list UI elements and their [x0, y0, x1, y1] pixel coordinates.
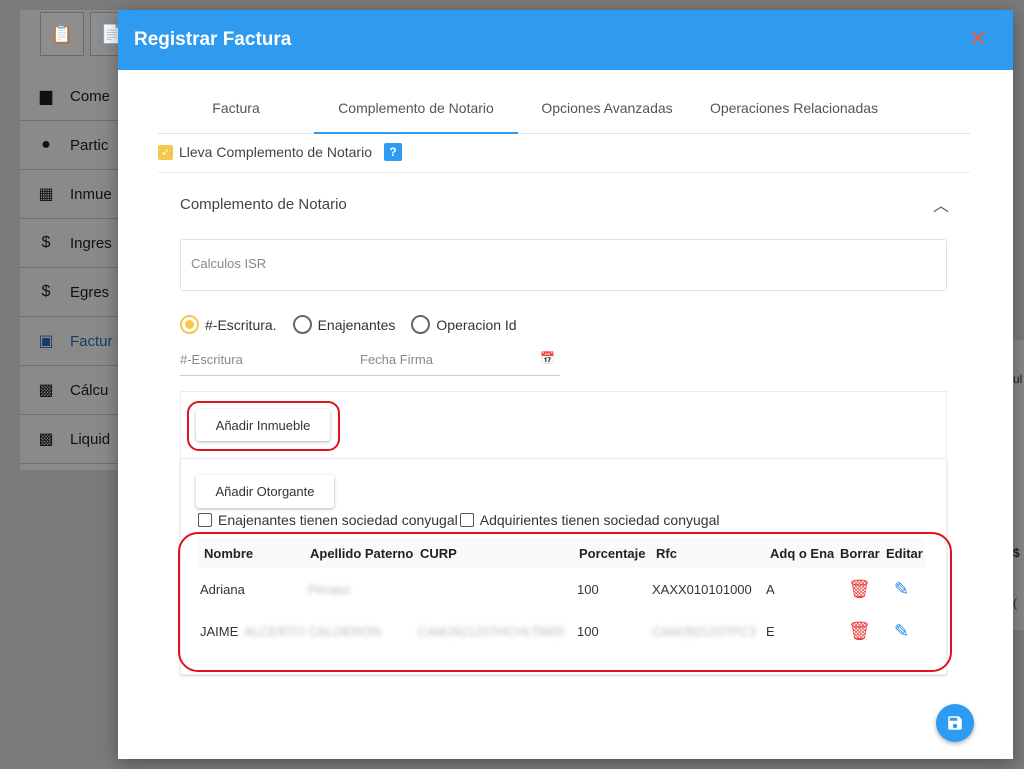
- add-inmueble-button[interactable]: Añadir Inmueble: [196, 409, 330, 441]
- header-nombre: Nombre: [204, 546, 254, 561]
- bg-nav-item-4: $ Egres: [20, 268, 120, 317]
- add-otorgante-button[interactable]: Añadir Otorgante: [196, 475, 334, 508]
- section-title: Complemento de Notario: [180, 196, 347, 213]
- person-icon: ●: [41, 136, 51, 153]
- header-borrar: Borrar: [840, 546, 880, 561]
- cell-apellido: ALCERTO CALDERON: [244, 624, 381, 639]
- dollar-off-icon: $: [41, 283, 51, 300]
- calculator-icon: ▩: [38, 382, 54, 399]
- close-icon[interactable]: ✕: [969, 28, 987, 50]
- cell-rfc: CAMJ921207PC3: [652, 624, 757, 639]
- cell-adq-ena: E: [766, 624, 775, 639]
- header-curp: CURP: [420, 546, 457, 561]
- header-porcentaje: Porcentaje: [579, 546, 646, 561]
- table-header: Nombre Apellido Paterno CURP Porcentaje …: [198, 538, 925, 568]
- divider: [158, 172, 970, 173]
- calendar-icon[interactable]: 📅: [540, 351, 555, 365]
- clipboard-clock-icon: 📋: [40, 12, 84, 56]
- cell-apellido: Peraeo: [308, 582, 350, 597]
- search-type-radio-group: #-Escritura. Enajenantes Operacion Id: [180, 315, 525, 334]
- header-editar: Editar: [886, 546, 923, 561]
- table-row: JAIME ALCERTO CALDERON CAMJ921207HCHLTM0…: [198, 610, 925, 652]
- lleva-complemento-row: ✓ Lleva Complemento de Notario ?: [158, 143, 402, 161]
- escritura-input[interactable]: #-Escritura: [180, 352, 340, 367]
- adquirientes-conyugal-check[interactable]: Adquirientes tienen sociedad conyugal: [459, 512, 719, 528]
- adquirientes-conyugal-box[interactable]: [459, 513, 474, 527]
- tab-factura[interactable]: Factura: [158, 92, 314, 133]
- save-icon: [948, 716, 962, 730]
- cell-curp: CAMJ921207HCHLTM05: [418, 624, 565, 639]
- help-icon[interactable]: ?: [384, 143, 402, 161]
- cell-adq-ena: A: [766, 582, 775, 597]
- delete-icon[interactable]: 🗑: [848, 579, 871, 600]
- radio-enajenantes-circle[interactable]: [292, 315, 312, 334]
- fecha-firma-input[interactable]: Fecha Firma: [360, 352, 530, 367]
- cell-nombre: Adriana: [200, 582, 245, 597]
- otorgantes-table: Nombre Apellido Paterno CURP Porcentaje …: [198, 538, 925, 652]
- radio-enajenantes[interactable]: Enajenantes: [292, 315, 395, 334]
- sociedad-conyugal-checks: Enajenantes tienen sociedad conyugal Adq…: [198, 512, 719, 528]
- edit-icon[interactable]: ✎: [894, 579, 909, 600]
- table-row: Adriana Peraeo 100 XAXX010101000 A 🗑 ✎: [198, 568, 925, 610]
- dollar-icon: $: [41, 234, 51, 251]
- radio-operacion-id[interactable]: Operacion Id: [411, 315, 517, 334]
- bg-nav-item-2: ▦ Inmue: [20, 170, 120, 219]
- header-rfc: Rfc: [656, 546, 677, 561]
- cell-rfc: XAXX010101000: [652, 582, 752, 597]
- registrar-factura-dialog: Registrar Factura ✕ Factura Complemento …: [118, 10, 1013, 759]
- lleva-complemento-checkbox[interactable]: ✓: [158, 144, 173, 160]
- calculator-icon: ▩: [38, 431, 54, 448]
- cell-porcentaje: 100: [577, 624, 599, 639]
- comment-icon: ▆: [39, 88, 53, 105]
- cell-nombre: JAIME: [200, 624, 239, 639]
- save-button[interactable]: [936, 704, 974, 742]
- chevron-up-icon[interactable]: ︿: [933, 192, 949, 216]
- building-icon: ▦: [38, 186, 54, 203]
- bg-nav-item-7: ▩ Liquid: [20, 415, 120, 464]
- enajenantes-conyugal-box[interactable]: [198, 513, 212, 527]
- enajenantes-conyugal-check[interactable]: Enajenantes tienen sociedad conyugal: [198, 512, 458, 528]
- edit-icon[interactable]: ✎: [894, 621, 909, 642]
- lleva-complemento-label: Lleva Complemento de Notario: [179, 144, 372, 160]
- calculos-isr-label: Calculos ISR: [191, 256, 267, 271]
- dialog-title: Registrar Factura: [134, 29, 292, 50]
- radio-escritura[interactable]: #-Escritura.: [180, 315, 277, 334]
- dialog-header: Registrar Factura ✕: [118, 10, 1013, 70]
- bg-nav-item-3: $ Ingres: [20, 219, 120, 268]
- bg-nav-item-5: ▣ Factur: [20, 317, 120, 366]
- cell-porcentaje: 100: [577, 582, 599, 597]
- calculos-isr-panel[interactable]: Calculos ISR: [180, 239, 947, 291]
- tab-complemento-notario[interactable]: Complemento de Notario: [314, 92, 518, 134]
- bg-nav-item-0: ▆ Come: [20, 72, 120, 121]
- header-apellido-paterno: Apellido Paterno: [310, 546, 414, 561]
- invoice-icon: ▣: [38, 333, 54, 350]
- escritura-fecha-row: #-Escritura Fecha Firma 📅: [180, 350, 560, 376]
- delete-icon[interactable]: 🗑: [848, 621, 871, 642]
- bg-nav-item-6: ▩ Cálcu: [20, 366, 120, 415]
- header-adq-ena: Adq o Ena: [770, 546, 835, 561]
- tab-bar: Factura Complemento de Notario Opciones …: [158, 92, 970, 134]
- tab-opciones-avanzadas[interactable]: Opciones Avanzadas: [518, 92, 696, 133]
- radio-escritura-circle[interactable]: [180, 315, 199, 334]
- tab-operaciones-relacionadas[interactable]: Operaciones Relacionadas: [696, 92, 892, 133]
- bg-nav-item-1: ● Partic: [20, 121, 120, 170]
- radio-operacion-id-circle[interactable]: [411, 315, 431, 334]
- background-nav: ▆ Come ● Partic ▦ Inmue $ Ingres $ Egres ▣ Fac…: [20, 72, 120, 464]
